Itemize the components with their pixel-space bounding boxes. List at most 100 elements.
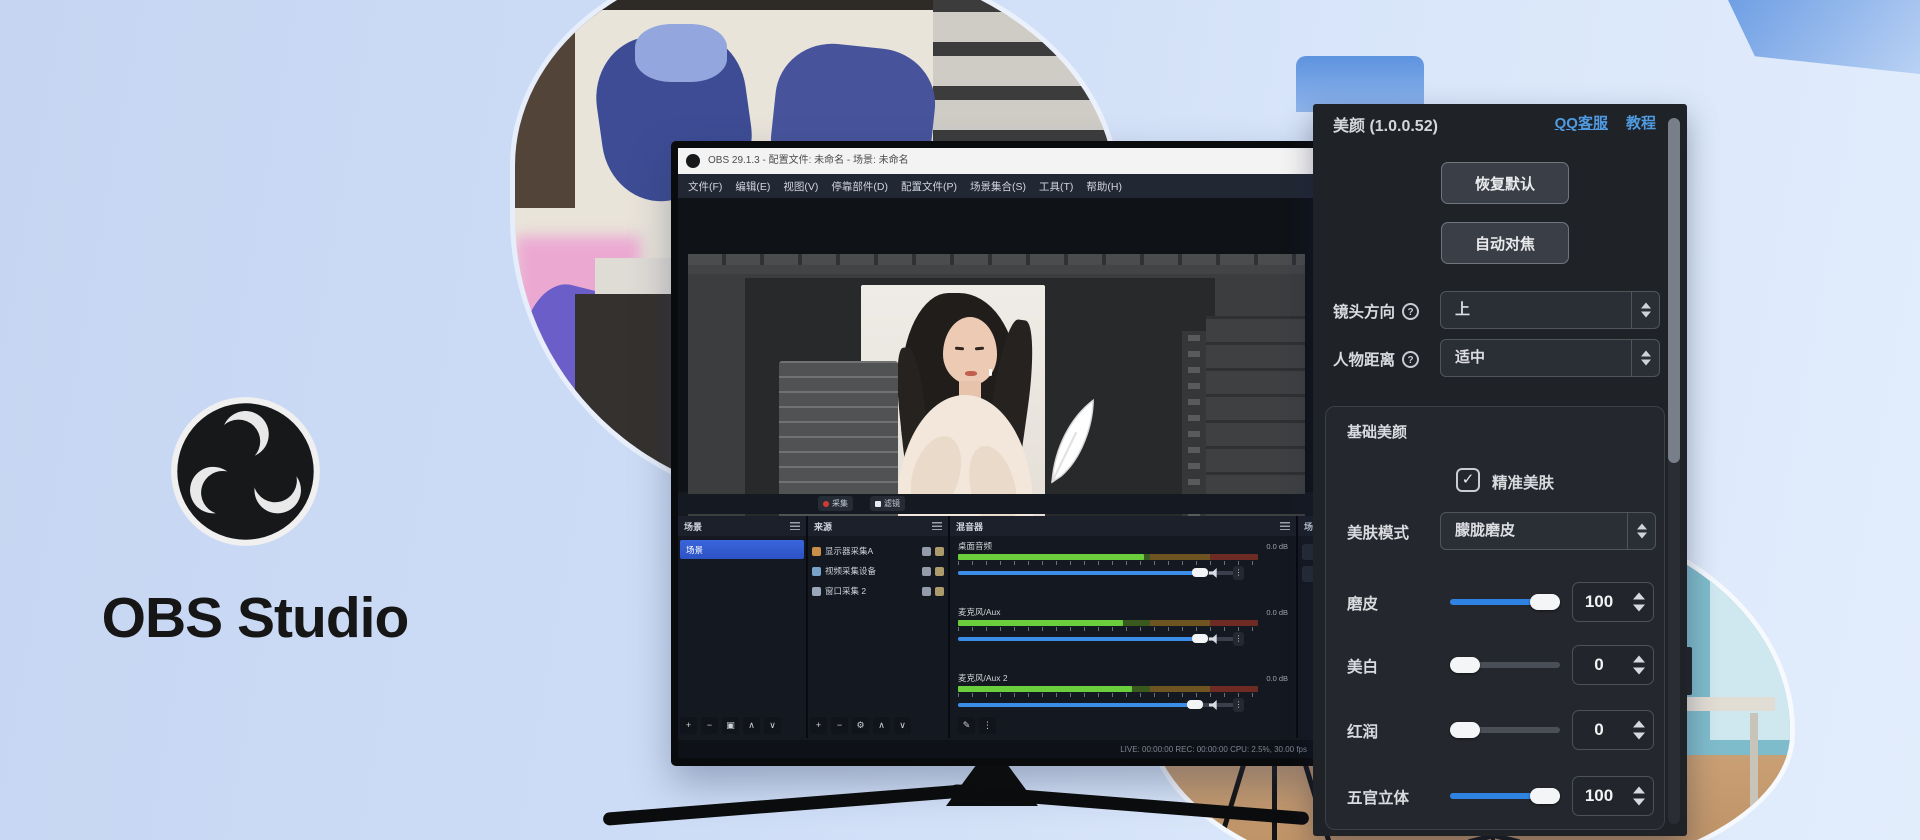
- spinner-down-icon[interactable]: [1633, 733, 1645, 740]
- preview-tab-filter-label: 滤镜: [884, 498, 900, 509]
- meter-ticks: [958, 693, 1258, 697]
- spinner-up-icon[interactable]: [1633, 656, 1645, 663]
- add-scene-button[interactable]: +: [680, 717, 697, 734]
- source-row[interactable]: 显示器采集A: [812, 542, 944, 560]
- face-3d-label-text: 五官立体: [1347, 786, 1409, 808]
- spinner-down-icon[interactable]: [1633, 605, 1645, 612]
- dock-menu-icon[interactable]: [932, 522, 942, 530]
- channel-options-button[interactable]: ⋮: [1233, 566, 1244, 580]
- preview-tab-filter[interactable]: 滤镜: [870, 496, 905, 511]
- help-icon[interactable]: ?: [1402, 351, 1419, 368]
- chevron-down-icon: [1641, 360, 1651, 366]
- person-distance-value: 适中: [1455, 340, 1485, 376]
- preview-tab-capture-label: 采集: [832, 498, 848, 509]
- precise-skin-checkbox[interactable]: ✓: [1456, 468, 1480, 492]
- source-down-button[interactable]: ∨: [894, 717, 911, 734]
- camera-direction-select[interactable]: 上: [1440, 291, 1660, 329]
- obs-window-title: OBS 29.1.3 - 配置文件: 未命名 - 场景: 未命名: [708, 148, 909, 174]
- spinner-up-icon[interactable]: [1633, 787, 1645, 794]
- menu-file[interactable]: 文件(F): [688, 179, 722, 194]
- sources-toolbar: + − ⚙ ∧ ∨: [810, 716, 911, 735]
- face-3d-spinner[interactable]: 100: [1572, 776, 1654, 816]
- skin-mode-label-text: 美肤模式: [1347, 521, 1409, 543]
- face-3d-label: 五官立体: [1347, 786, 1409, 808]
- skin-mode-label: 美肤模式: [1347, 521, 1409, 543]
- tutorial-link[interactable]: 教程: [1626, 112, 1656, 133]
- lock-icon[interactable]: [935, 567, 944, 576]
- menu-edit[interactable]: 编辑(E): [735, 179, 770, 194]
- spinner-up-icon[interactable]: [1633, 721, 1645, 728]
- channel-name: 麦克风/Aux 2: [958, 672, 1008, 684]
- visibility-eye-icon[interactable]: [922, 547, 931, 556]
- menu-profile[interactable]: 配置文件(P): [901, 179, 957, 194]
- rosy-slider[interactable]: [1450, 727, 1560, 733]
- rosy-label-text: 红润: [1347, 720, 1378, 742]
- autofocus-button[interactable]: 自动对焦: [1441, 222, 1569, 264]
- chevron-up-icon: [1637, 524, 1647, 530]
- skin-mode-value: 朦胧磨皮: [1455, 513, 1515, 549]
- whitening-slider[interactable]: [1450, 662, 1560, 668]
- lock-icon[interactable]: [935, 547, 944, 556]
- scene-down-button[interactable]: ∨: [764, 717, 781, 734]
- dock-menu-icon[interactable]: [1280, 522, 1290, 530]
- visibility-eye-icon[interactable]: [922, 567, 931, 576]
- help-icon[interactable]: ?: [1402, 303, 1419, 320]
- smooth-skin-slider[interactable]: [1450, 599, 1560, 605]
- precise-skin-checkbox-label: 精准美肤: [1492, 471, 1554, 493]
- remove-source-button[interactable]: −: [831, 717, 848, 734]
- menu-help[interactable]: 帮助(H): [1086, 179, 1122, 194]
- mixer-brush-button[interactable]: ✎: [958, 717, 975, 734]
- preview-tab-capture[interactable]: 采集: [818, 496, 853, 511]
- volume-slider[interactable]: ⋮: [958, 634, 1258, 644]
- camera-direction-label: 镜头方向: [1333, 300, 1395, 322]
- spinner-up-icon[interactable]: [1633, 593, 1645, 600]
- meter-ticks: [958, 627, 1258, 631]
- select-spinner-segment[interactable]: [1627, 513, 1655, 549]
- source-row[interactable]: 视频采集设备: [812, 562, 944, 580]
- scene-up-button[interactable]: ∧: [743, 717, 760, 734]
- mixer-channel: 麦克风/Aux0.0 dB ⋮: [958, 606, 1288, 644]
- remove-scene-button[interactable]: −: [701, 717, 718, 734]
- menu-docks[interactable]: 停靠部件(D): [831, 179, 888, 194]
- source-properties-button[interactable]: ⚙: [852, 717, 869, 734]
- source-up-button[interactable]: ∧: [873, 717, 890, 734]
- obs-docks: 场景 场景 + − ▣ ∧ ∨ 来源: [678, 516, 1315, 738]
- whitening-spinner[interactable]: 0: [1572, 645, 1654, 685]
- person-distance-label: 人物距离: [1333, 348, 1395, 370]
- add-source-button[interactable]: +: [810, 717, 827, 734]
- select-spinner-segment[interactable]: [1631, 340, 1659, 376]
- dock-menu-icon[interactable]: [790, 522, 800, 530]
- mixer-more-button[interactable]: ⋮: [979, 717, 996, 734]
- portrait-eye-left: [955, 347, 964, 351]
- person-distance-select[interactable]: 适中: [1440, 339, 1660, 377]
- menu-tools[interactable]: 工具(T): [1039, 179, 1073, 194]
- channel-options-button[interactable]: ⋮: [1233, 632, 1244, 646]
- obs-status-bar: LIVE: 00:00:00 REC: 00:00:00 CPU: 2.5%, …: [678, 740, 1315, 758]
- select-spinner-segment[interactable]: [1631, 292, 1659, 328]
- chevron-down-icon: [1641, 312, 1651, 318]
- visibility-eye-icon[interactable]: [922, 587, 931, 596]
- menu-scene-collection[interactable]: 场景集合(S): [970, 179, 1026, 194]
- channel-name: 桌面音频: [958, 540, 992, 552]
- spinner-down-icon[interactable]: [1633, 668, 1645, 675]
- skin-mode-select[interactable]: 朦胧磨皮: [1440, 512, 1656, 550]
- qq-support-link[interactable]: QQ客服: [1555, 112, 1608, 133]
- channel-options-button[interactable]: ⋮: [1233, 698, 1244, 712]
- channel-db: 0.0 dB: [1266, 542, 1288, 551]
- spinner-down-icon[interactable]: [1633, 799, 1645, 806]
- rosy-spinner[interactable]: 0: [1572, 710, 1654, 750]
- face-3d-slider[interactable]: [1450, 793, 1560, 799]
- restore-default-button[interactable]: 恢复默认: [1441, 162, 1569, 204]
- smooth-skin-value: 100: [1573, 583, 1625, 621]
- scene-list-item-selected[interactable]: 场景: [680, 540, 804, 559]
- menu-view[interactable]: 视图(V): [783, 179, 818, 194]
- scene-filters-button[interactable]: ▣: [722, 717, 739, 734]
- panel-scrollbar-thumb[interactable]: [1668, 118, 1680, 463]
- source-row[interactable]: 窗口采集 2: [812, 582, 944, 600]
- smooth-skin-spinner[interactable]: 100: [1572, 582, 1654, 622]
- lock-icon[interactable]: [935, 587, 944, 596]
- channel-name: 麦克风/Aux: [958, 606, 1001, 618]
- camera-direction-row-label: 镜头方向 ?: [1333, 300, 1419, 322]
- volume-slider[interactable]: ⋮: [958, 700, 1258, 710]
- volume-slider[interactable]: ⋮: [958, 568, 1258, 578]
